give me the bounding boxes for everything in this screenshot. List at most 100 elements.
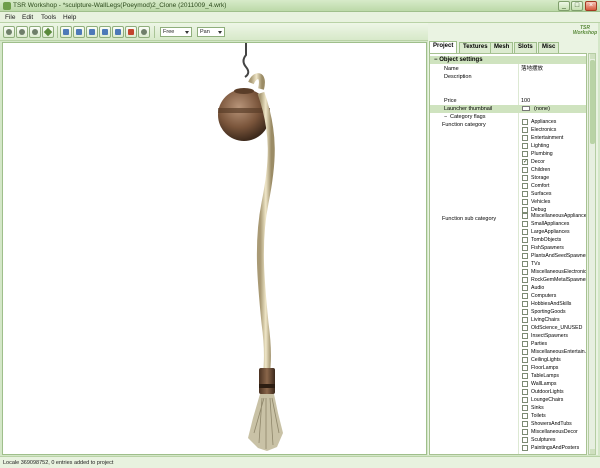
function-sub-category-checkbox[interactable]	[522, 373, 528, 379]
slots-button[interactable]	[112, 26, 124, 38]
tassel	[248, 394, 283, 451]
function-category-checkbox[interactable]	[522, 143, 528, 149]
view-shaded-button[interactable]	[16, 26, 28, 38]
function-sub-category-checkbox[interactable]	[522, 341, 528, 347]
function-category-checkbox[interactable]	[522, 158, 528, 165]
view-wire-button[interactable]	[42, 26, 54, 38]
view-textured-button[interactable]	[29, 26, 41, 38]
maximize-button[interactable]: □	[571, 1, 583, 11]
function-sub-category-checkbox[interactable]	[522, 277, 528, 283]
function-sub-category-label: SportingGoods	[531, 309, 566, 315]
function-category-label: Vehicles	[531, 199, 551, 205]
function-sub-category-checkbox[interactable]	[522, 445, 528, 451]
function-sub-category-checkbox[interactable]	[522, 229, 528, 235]
function-category-label: Lighting	[531, 143, 550, 149]
camera-mode-select[interactable]: Free	[160, 27, 192, 37]
camera-icon	[89, 29, 95, 35]
function-sub-category-checkbox[interactable]	[522, 269, 528, 275]
function-sub-category-checkbox[interactable]	[522, 357, 528, 363]
function-sub-category-checkbox[interactable]	[522, 381, 528, 387]
app-icon	[3, 2, 11, 10]
frame-button[interactable]	[73, 26, 85, 38]
row-price[interactable]: Price 100	[430, 97, 586, 105]
section-label: Object settings	[439, 57, 483, 63]
row-name[interactable]: Name 落地摆放	[430, 65, 586, 73]
tab-misc[interactable]: Misc	[538, 42, 560, 53]
menu-tools[interactable]: Tools	[41, 14, 56, 21]
chain-hook	[242, 43, 250, 78]
scroll-thumb[interactable]	[590, 60, 595, 144]
model-preview	[218, 43, 283, 451]
menu-help[interactable]: Help	[63, 14, 76, 21]
function-sub-category-checkbox[interactable]	[522, 405, 528, 411]
function-sub-category-checkbox[interactable]	[522, 389, 528, 395]
row-launcher-thumbnail[interactable]: Launcher thumbnail (none)	[430, 105, 586, 113]
tab-project[interactable]: Project	[429, 41, 458, 53]
function-sub-category-checkbox[interactable]	[522, 253, 528, 259]
function-category-checkbox[interactable]	[522, 151, 528, 157]
tab-slots[interactable]: Slots	[514, 42, 537, 53]
function-category-checkbox[interactable]	[522, 199, 528, 205]
menu-file[interactable]: File	[5, 14, 15, 21]
function-sub-category-checkbox[interactable]	[522, 285, 528, 291]
view-solid-button[interactable]	[3, 26, 15, 38]
section-object-settings[interactable]: − Object settings	[430, 56, 586, 64]
name-value[interactable]: 落地摆放	[521, 65, 543, 73]
function-sub-category-checkbox[interactable]	[522, 437, 528, 443]
function-category-checkbox[interactable]	[522, 135, 528, 141]
window-title: TSR Workshop - *sculpture-WallLegs(Poeym…	[13, 2, 227, 9]
function-sub-category-label: MiscellaneousElectronics	[531, 269, 587, 275]
camera-button[interactable]	[86, 26, 98, 38]
frame-icon	[76, 29, 82, 35]
tab-mesh[interactable]: Mesh	[490, 42, 514, 53]
function-sub-category-label: MiscellaneousEntertain...	[531, 349, 587, 355]
property-grid[interactable]: − Object settings Name 落地摆放 Description …	[429, 53, 587, 455]
row-description[interactable]: Description	[430, 73, 586, 81]
scroll-down-arrow[interactable]	[590, 449, 595, 454]
function-sub-category-checkbox[interactable]	[522, 293, 528, 299]
nav-mode-select[interactable]: Pan	[197, 27, 225, 37]
function-sub-category-checkbox[interactable]	[522, 397, 528, 403]
function-sub-category-checkbox[interactable]	[522, 261, 528, 267]
function-sub-category-checkbox[interactable]	[522, 333, 528, 339]
function-sub-category-checkbox[interactable]	[522, 413, 528, 419]
price-value[interactable]: 100	[521, 97, 530, 105]
function-sub-category-label: LoungeChairs	[531, 397, 564, 403]
function-category-checkbox[interactable]	[522, 183, 528, 189]
function-sub-category-checkbox[interactable]	[522, 213, 528, 219]
function-category-checkbox[interactable]	[522, 127, 528, 133]
function-sub-category-checkbox[interactable]	[522, 237, 528, 243]
function-sub-category-checkbox[interactable]	[522, 221, 528, 227]
function-sub-category-checkbox[interactable]	[522, 349, 528, 355]
function-category-checkbox[interactable]	[522, 191, 528, 197]
3d-viewport[interactable]	[2, 42, 427, 455]
function-category-checkbox[interactable]	[522, 167, 528, 173]
function-sub-category-checkbox[interactable]	[522, 245, 528, 251]
function-sub-category-checkbox[interactable]	[522, 317, 528, 323]
function-sub-category-checkbox[interactable]	[522, 421, 528, 427]
thumbnail-swatch[interactable]	[522, 106, 530, 111]
function-sub-category-checkbox[interactable]	[522, 301, 528, 307]
floor-button[interactable]	[125, 26, 137, 38]
scroll-up-arrow[interactable]	[590, 54, 595, 59]
function-category-checkbox[interactable]	[522, 175, 528, 181]
function-sub-category-checkbox[interactable]	[522, 325, 528, 331]
row-category-flags[interactable]: − Category flags	[430, 113, 586, 121]
pick-button[interactable]	[138, 26, 150, 38]
function-sub-category-checkbox[interactable]	[522, 429, 528, 435]
ball-cap	[234, 88, 254, 94]
function-sub-category-checkbox[interactable]	[522, 365, 528, 371]
floor-icon	[128, 29, 134, 35]
grid-button[interactable]	[60, 26, 72, 38]
menu-edit[interactable]: Edit	[22, 14, 33, 21]
function-sub-category-label: OutdoorLights	[531, 389, 564, 395]
tab-textures[interactable]: Textures	[459, 42, 492, 53]
function-sub-category-checkbox[interactable]	[522, 309, 528, 315]
close-button[interactable]: ×	[585, 1, 597, 11]
bone-button[interactable]	[99, 26, 111, 38]
function-sub-category-label: Audio	[531, 285, 545, 291]
function-category-checkbox[interactable]	[522, 119, 528, 125]
minimize-button[interactable]: _	[558, 1, 570, 11]
property-scrollbar[interactable]	[588, 53, 596, 455]
function-sub-category-label: TableLamps	[531, 373, 559, 379]
